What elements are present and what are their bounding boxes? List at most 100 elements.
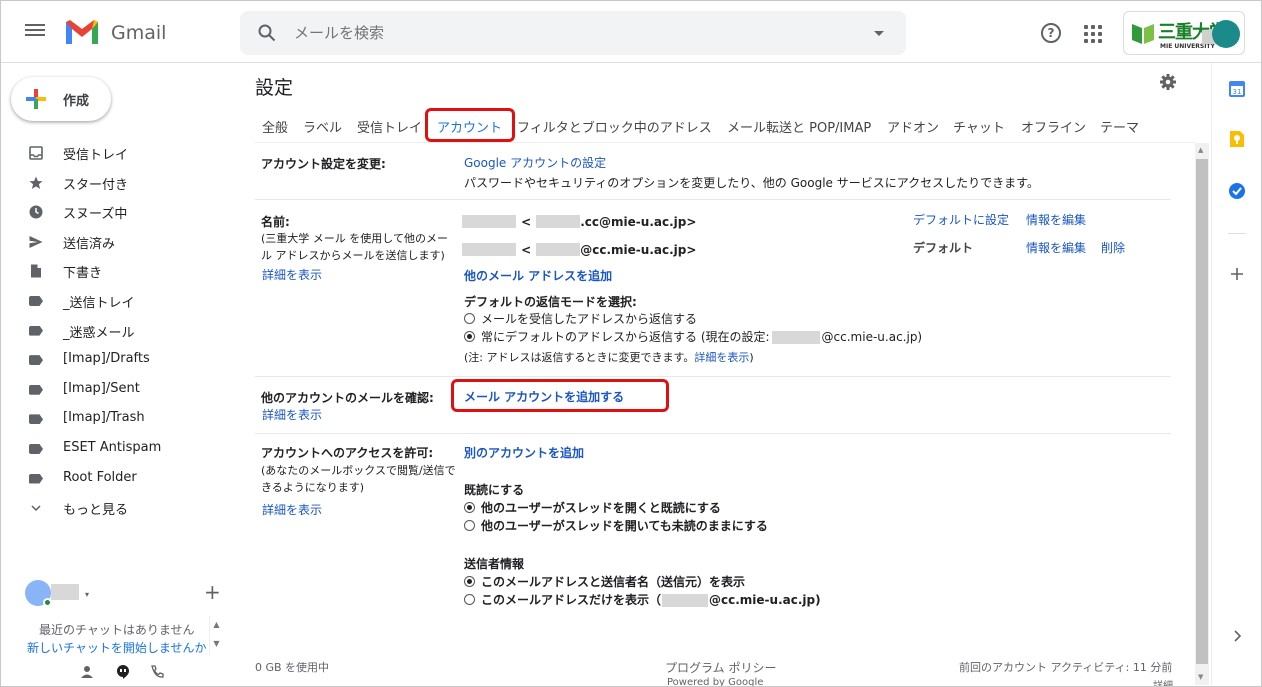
chat-scrollbar[interactable]: ▲ ▼ (209, 616, 223, 656)
reply-option-2[interactable]: 常にデフォルトのアドレスから返信する (現在の設定: @cc.mie-u.ac.j… (464, 328, 922, 345)
hangouts-icon[interactable] (115, 664, 131, 680)
tab-general[interactable]: 全般 (262, 117, 288, 136)
check-mail-detail-link[interactable]: 詳細を表示 (262, 406, 322, 423)
scroll-down-icon[interactable]: ▼ (210, 639, 223, 648)
sender-info-option-1[interactable]: このメールアドレスと送信者名（送信元）を表示 (464, 573, 745, 590)
sidebar-item-label: 受信トレイ (63, 148, 129, 163)
sidebar-item-spam[interactable]: _迷惑メール (1, 316, 239, 346)
university-logo-icon (1132, 24, 1154, 44)
sidebar-item-eset-antispam[interactable]: ESET Antispam (1, 434, 239, 464)
google-account-settings-link[interactable]: Google アカウントの設定 (464, 154, 606, 171)
scroll-up-icon[interactable]: ▲ (210, 620, 223, 629)
add-other-address-link[interactable]: 他のメール アドレスを追加 (464, 267, 612, 284)
sidebar-item-outbox[interactable]: _送信トレイ (1, 286, 239, 316)
radio-button[interactable] (464, 520, 475, 531)
redacted-block (771, 331, 820, 344)
settings-tabs: 全般 ラベル 受信トレイ アカウント フィルタとブロック中のアドレス メール転送… (255, 105, 1195, 143)
name-sub-line: (三重大学 メール を使用して他のメー (261, 232, 448, 245)
main-menu-icon[interactable] (25, 21, 45, 41)
search-icon[interactable] (258, 24, 276, 42)
label-icon (29, 384, 43, 395)
scrollbar-thumb[interactable] (1196, 159, 1208, 664)
sidebar-item-label: スヌーズ中 (63, 207, 128, 223)
tab-accounts[interactable]: アカウント (437, 117, 502, 136)
sender-info-option-2[interactable]: このメールアドレスだけを表示（ @cc.mie-u.ac.jp) (464, 591, 821, 608)
option-suffix: @cc.mie-u.ac.jp) (709, 593, 821, 607)
add-mail-account-link[interactable]: メール アカウントを追加する (464, 388, 624, 405)
scroll-down-icon[interactable]: ▼ (1198, 673, 1203, 681)
gmail-logo-icon[interactable] (64, 18, 100, 46)
default-badge: デフォルト (913, 241, 974, 255)
note-close: ) (749, 351, 754, 364)
redacted-block (536, 243, 581, 256)
new-chat-plus-icon[interactable]: + (204, 580, 221, 604)
avatar[interactable] (1212, 20, 1240, 48)
storage-usage: 0 GB を使用中 (255, 661, 330, 674)
tab-forwarding-pop-imap[interactable]: メール転送と POP/IMAP (727, 117, 871, 136)
sidebar-item-label: 下書き (63, 266, 103, 282)
phone-icon[interactable] (149, 664, 165, 680)
apps-grid-icon[interactable] (1084, 25, 1102, 43)
person-icon[interactable] (79, 664, 95, 680)
mark-read-option-1[interactable]: 他のユーザーがスレッドを開くと既読にする (464, 499, 721, 516)
option-label: このメールアドレスだけを表示（ (481, 593, 662, 607)
sidebar-item-snoozed[interactable]: スヌーズ中 (1, 197, 239, 227)
calendar-icon[interactable]: 31 (1227, 79, 1247, 99)
help-icon[interactable]: ? (1041, 23, 1061, 43)
start-new-chat-link[interactable]: 新しいチャットを開始しませんか (27, 639, 207, 656)
mark-read-option-2[interactable]: 他のユーザーがスレッドを開いても未読のままにする (464, 517, 768, 534)
edit-info-link[interactable]: 情報を編集 (1026, 211, 1086, 228)
sidebar-item-more[interactable]: もっと見る (1, 493, 239, 523)
reply-option-label: メールを受信したアドレスから返信する (481, 312, 698, 326)
gear-icon[interactable] (1159, 73, 1177, 91)
name-detail-link[interactable]: 詳細を表示 (262, 266, 322, 283)
sidebar-item-imap-drafts[interactable]: [Imap]/Drafts (1, 345, 239, 375)
content-scrollbar[interactable]: ▲ ▼ (1195, 143, 1209, 685)
tab-labels[interactable]: ラベル (303, 117, 342, 136)
avatar[interactable] (25, 580, 52, 607)
keep-icon[interactable] (1227, 129, 1247, 149)
tasks-icon[interactable] (1227, 181, 1247, 201)
compose-button[interactable]: 作成 (11, 77, 111, 121)
set-default-link[interactable]: デフォルトに設定 (913, 211, 1009, 228)
tab-inbox[interactable]: 受信トレイ (357, 117, 422, 136)
tab-offline[interactable]: オフライン (1021, 117, 1086, 136)
label-icon (29, 295, 43, 306)
radio-button[interactable] (464, 502, 475, 513)
grant-access-row: アカウントへのアクセスを許可: (あなたのメールボックスで閲覧/送信で きるよう… (255, 434, 1171, 644)
sidebar-item-starred[interactable]: スター付き (1, 168, 239, 198)
radio-button[interactable] (464, 331, 475, 342)
tab-themes[interactable]: テーマ (1100, 117, 1139, 136)
label-icon (29, 414, 43, 425)
chevron-right-icon[interactable] (1227, 626, 1247, 646)
sidebar-item-inbox[interactable]: 受信トレイ (1, 138, 239, 168)
sidebar-item-imap-sent[interactable]: [Imap]/Sent (1, 375, 239, 405)
reply-option-1[interactable]: メールを受信したアドレスから返信する (464, 310, 697, 327)
tab-chat[interactable]: チャット (953, 117, 1005, 136)
sidebar-item-drafts[interactable]: 下書き (1, 256, 239, 286)
program-policy-link[interactable]: プログラム ポリシー (665, 659, 776, 676)
tab-filters[interactable]: フィルタとブロック中のアドレス (517, 117, 712, 136)
note-detail-link[interactable]: 詳細を表示 (694, 351, 749, 364)
note-text: (注: アドレスは返信するときに変更できます。 (464, 351, 695, 364)
chevron-down-icon (31, 505, 41, 512)
search-input[interactable] (294, 21, 854, 45)
radio-button[interactable] (464, 313, 475, 324)
account-badge[interactable]: 三重大学 MIE UNIVERSITY (1123, 11, 1245, 55)
radio-button[interactable] (464, 576, 475, 587)
radio-button[interactable] (464, 594, 475, 605)
scroll-up-icon[interactable]: ▲ (1198, 146, 1203, 154)
delete-link[interactable]: 削除 (1101, 239, 1125, 256)
add-addon-plus-icon[interactable] (1227, 264, 1247, 284)
chat-status-dropdown-icon[interactable]: ▾ (85, 590, 89, 599)
sidebar-item-sent[interactable]: 送信済み (1, 227, 239, 257)
tab-addons[interactable]: アドオン (887, 117, 939, 136)
search-options-icon[interactable] (874, 31, 884, 36)
add-another-account-link[interactable]: 別のアカウントを追加 (464, 444, 584, 461)
edit-info-link[interactable]: 情報を編集 (1026, 239, 1086, 256)
sidebar-item-root-folder[interactable]: Root Folder (1, 464, 239, 494)
search-bar[interactable] (240, 11, 906, 55)
grant-access-detail-link[interactable]: 詳細を表示 (262, 501, 322, 518)
activity-details-link[interactable]: 詳細 (1153, 677, 1173, 686)
sidebar-item-imap-trash[interactable]: [Imap]/Trash (1, 404, 239, 434)
